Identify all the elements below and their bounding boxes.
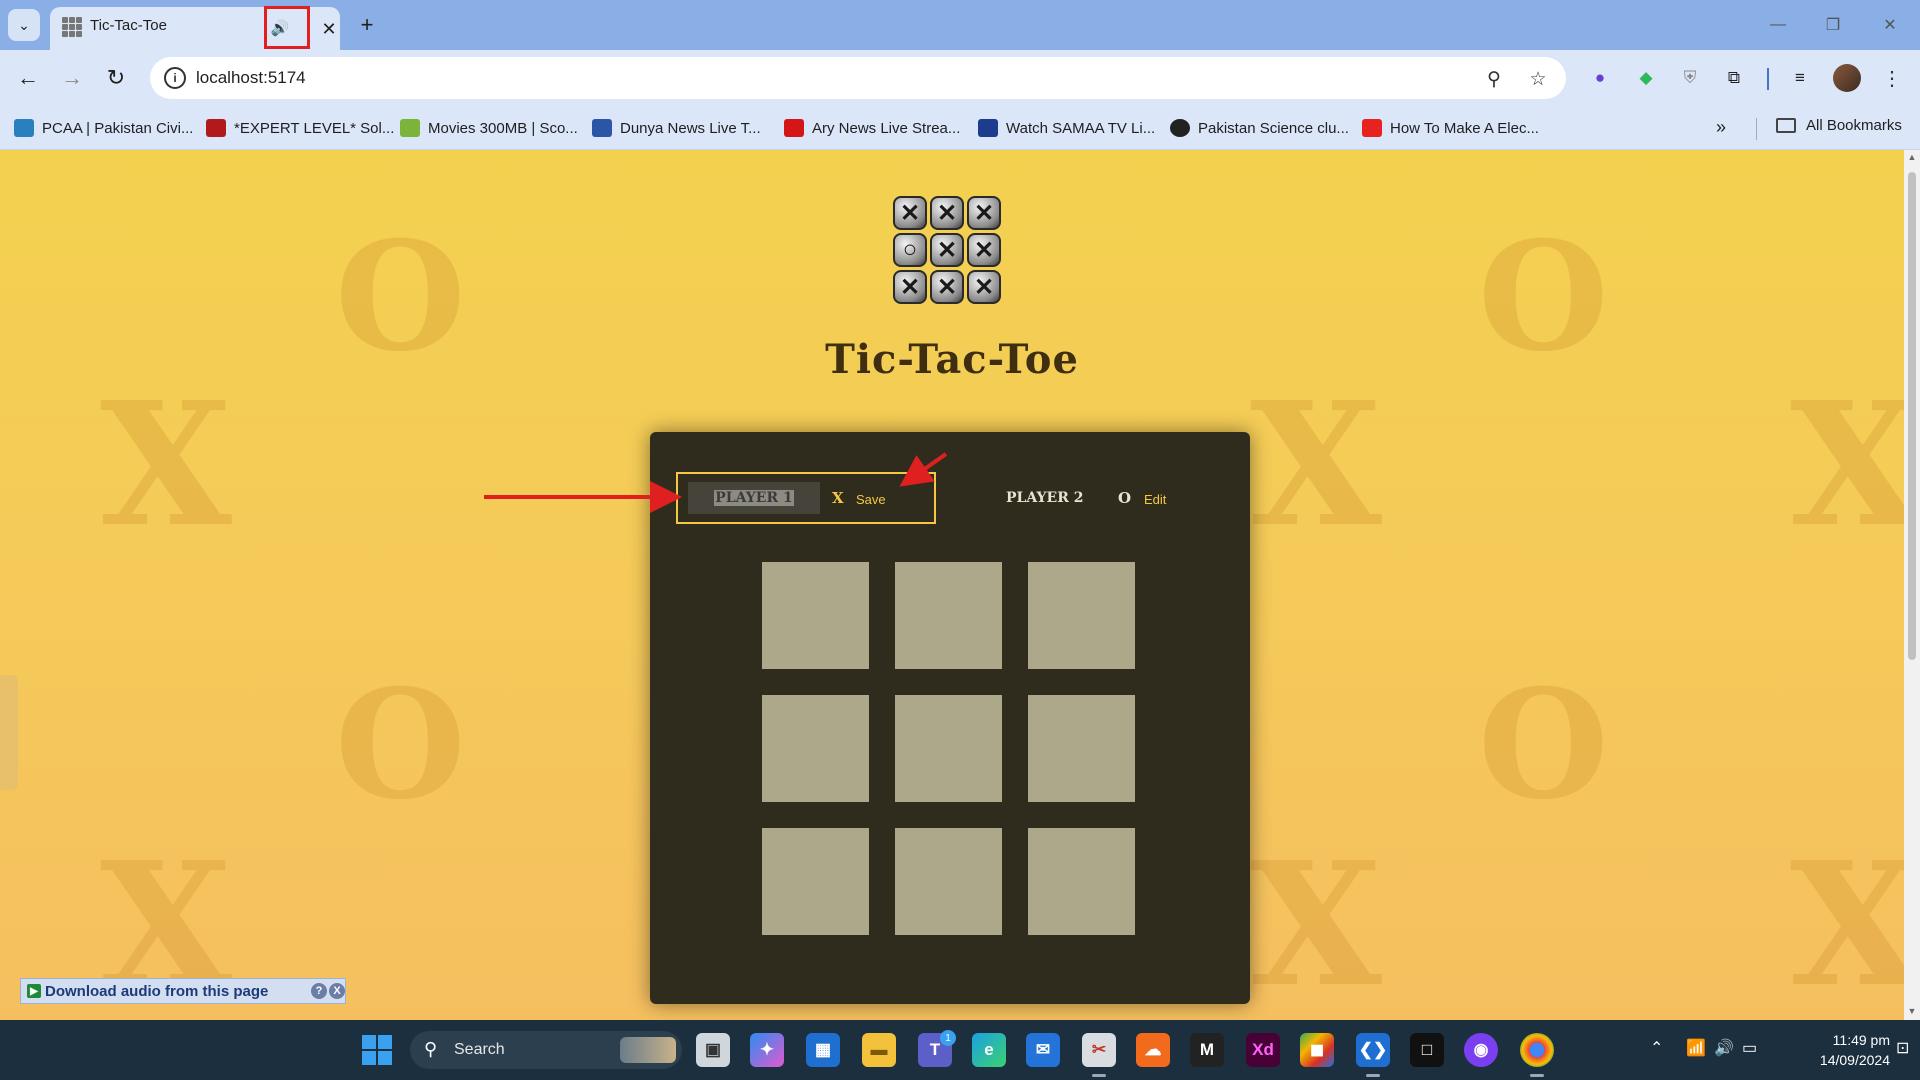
movies-icon [400,119,420,137]
running-indicator [1092,1074,1106,1077]
extension-purple-icon[interactable]: ● [1586,64,1614,92]
clock-time: 11:49 pm [1832,1032,1890,1048]
close-icon[interactable]: X [329,983,345,999]
ary-news-icon [784,119,804,137]
bookmark-item[interactable]: Movies 300MB | Sco... [400,117,578,139]
site-info-icon[interactable]: i [164,67,186,89]
restore-button[interactable]: ❐ [1813,10,1853,40]
globe-icon [1170,119,1190,137]
zoom-icon[interactable]: ⚲ [1480,65,1508,93]
annotation-arrows [484,452,948,513]
windows-start-icon[interactable] [362,1035,392,1065]
extensions-puzzle-icon[interactable]: ⧉ [1720,64,1748,92]
scroll-thumb[interactable] [1908,172,1916,660]
bookmark-item[interactable]: Watch SAMAA TV Li... [978,117,1155,139]
all-bookmarks-button[interactable]: All Bookmarks [1776,117,1902,134]
address-bar[interactable]: i localhost:5174 ⚲ ☆ [150,57,1566,99]
clock-date: 14/09/2024 [1819,1052,1890,1068]
snipping-tool-icon[interactable]: ✂ [1082,1033,1116,1067]
copilot-icon[interactable]: ✦ [750,1033,784,1067]
browser-toolbar: ← → ↻ i localhost:5174 ⚲ ☆ ● ◆ ⛨ ⧉ ≡ ⋮ [0,50,1920,106]
task-view-icon[interactable]: ▣ [696,1033,730,1067]
new-tab-button[interactable]: + [352,10,382,40]
running-indicator [1530,1074,1544,1077]
bookmarks-separator [1756,118,1757,140]
expert-level-icon [206,119,226,137]
media-control-icon[interactable]: ≡ [1786,64,1814,92]
edge-icon[interactable]: e [972,1033,1006,1067]
scroll-down-icon[interactable]: ▼ [1907,1006,1917,1016]
annotation-arrow-to-save [899,452,948,487]
search-highlight-image [620,1037,676,1063]
github-icon[interactable]: ◉ [1464,1033,1498,1067]
bookmark-item[interactable]: Pakistan Science clu... [1170,117,1349,139]
audio-highlight-box [264,6,310,49]
battery-icon[interactable]: ▭ [1742,1038,1757,1058]
bookmark-item[interactable]: How To Make A Elec... [1362,117,1539,139]
extension-shield-icon[interactable]: ⛨ [1676,64,1704,92]
download-audio-bar[interactable]: ▶ Download audio from this page ? X [20,978,346,1004]
tab-title: Tic-Tac-Toe [90,17,167,34]
more-bookmarks-chevron-icon[interactable]: » [1716,117,1726,138]
bookmark-item[interactable]: PCAA | Pakistan Civi... [14,117,193,139]
pcaa-icon [14,119,34,137]
wifi-icon[interactable]: 📶 [1686,1038,1706,1058]
bookmark-item[interactable]: *EXPERT LEVEL* Sol... [206,117,394,139]
teams-notification-badge: 1 [940,1030,956,1046]
bookmark-item[interactable]: Ary News Live Strea... [784,117,960,139]
help-icon[interactable]: ? [311,983,327,999]
m-app-icon[interactable]: M [1190,1033,1224,1067]
running-indicator [1366,1074,1380,1077]
bookmark-star-icon[interactable]: ☆ [1524,65,1552,93]
notifications-icon[interactable]: ⊡ [1896,1038,1909,1058]
scroll-up-icon[interactable]: ▲ [1907,152,1917,162]
page-scrollbar[interactable]: ▲ ▼ [1904,150,1920,1020]
close-window-button[interactable]: ✕ [1870,10,1910,40]
google-meet-icon[interactable]: ◼ [1300,1033,1334,1067]
taskbar-search[interactable]: ⚲ Search [410,1031,682,1069]
youtube-icon [1362,119,1382,137]
reload-button[interactable]: ↻ [100,62,132,94]
tic-tac-toe-favicon-icon [62,17,82,37]
windows-taskbar: ⚲ Search ▣ ✦ ▦ ▬ T 1 e ✉ ✂ ☁ M Xd ◼ ❮❯ □… [0,1020,1920,1080]
play-icon: ▶ [27,984,41,998]
page-viewport: O O O O X X X X X X ✕ ✕ ✕ ○ ✕ ✕ ✕ ✕ ✕ Ti… [0,150,1904,1020]
dunya-news-icon [592,119,612,137]
vscode-icon[interactable]: ❮❯ [1356,1033,1390,1067]
tab-bar: ⌄ Tic-Tac-Toe 🔊 ✕ + — ❐ ✕ [0,0,1920,50]
volume-icon[interactable]: 🔊 [1714,1038,1734,1058]
chrome-icon[interactable] [1520,1033,1554,1067]
adobe-xd-icon[interactable]: Xd [1246,1033,1280,1067]
forward-button[interactable]: → [56,62,88,94]
black-app-icon[interactable]: □ [1410,1033,1444,1067]
profile-avatar[interactable] [1833,64,1861,92]
tab-close-button[interactable]: ✕ [314,15,344,43]
file-explorer-icon[interactable]: ▬ [862,1033,896,1067]
tab-search-button[interactable]: ⌄ [8,9,40,41]
browser-menu-icon[interactable]: ⋮ [1880,64,1904,92]
taskbar-clock[interactable]: 11:49 pm 14/09/2024 [1780,1030,1890,1070]
store-icon[interactable]: ▦ [806,1033,840,1067]
mail-icon[interactable]: ✉ [1026,1033,1060,1067]
bookmarks-bar: PCAA | Pakistan Civi... *EXPERT LEVEL* S… [0,106,1920,150]
folder-icon [1776,118,1796,133]
extension-green-icon[interactable]: ◆ [1632,64,1660,92]
toolbar-separator [1767,68,1769,90]
soundcloud-icon[interactable]: ☁ [1136,1033,1170,1067]
search-icon: ⚲ [424,1039,438,1059]
back-button[interactable]: ← [12,62,44,94]
bookmark-item[interactable]: Dunya News Live T... [592,117,761,139]
show-hidden-icons-chevron-icon[interactable]: ⌃ [1650,1038,1663,1058]
url-text[interactable]: localhost:5174 [196,68,306,88]
samaa-icon [978,119,998,137]
minimize-button[interactable]: — [1758,10,1798,40]
